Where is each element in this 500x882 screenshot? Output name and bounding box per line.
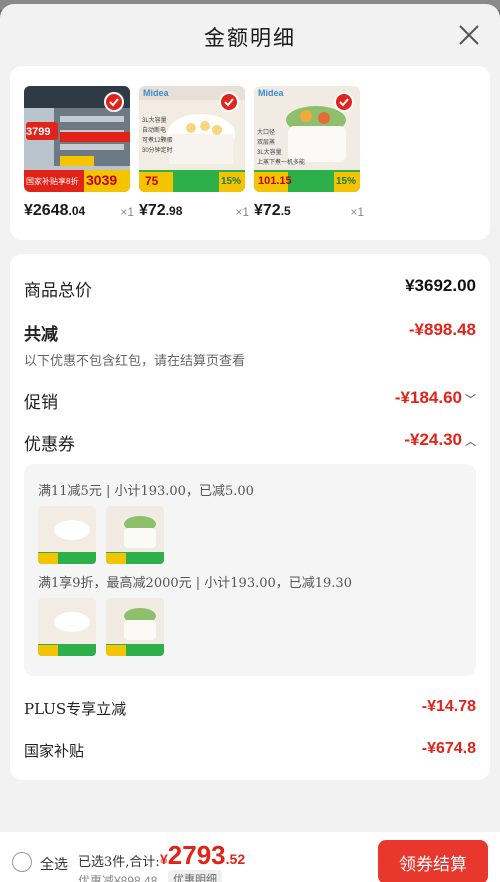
sheet-title: 金额明细: [204, 26, 296, 50]
product-badge-price: 3039: [86, 172, 118, 188]
total-label: 商品总价: [24, 281, 92, 301]
chevron-down-icon: ﹀: [465, 394, 476, 406]
select-all-label[interactable]: 全选: [40, 854, 68, 874]
coupon-product-image: [106, 506, 164, 564]
product-checked-icon[interactable]: [219, 92, 239, 112]
plus-row: PLUS专享立减 -¥14.78: [24, 698, 476, 726]
coupon-product-image: [38, 598, 96, 656]
promo-row[interactable]: 促销 -¥184.60 ﹀: [24, 388, 476, 416]
close-icon: [459, 25, 479, 45]
product-badge-price: 75: [145, 174, 159, 188]
product-checked-icon[interactable]: [334, 92, 354, 112]
product-badge-pct: 15%: [336, 176, 357, 187]
promo-value: -¥184.60 ﹀: [394, 388, 476, 407]
product-item[interactable]: 3799 3039 国家补贴享8折 ¥2648.04 ×1: [24, 86, 134, 236]
discount-row: 共减 -¥898.48: [24, 320, 476, 348]
product-brand: Midea: [258, 88, 284, 98]
discount-detail-button[interactable]: 优惠明细: [168, 870, 222, 882]
discount-note: 以下优惠不包含红包，请在结算页查看: [24, 354, 246, 369]
price-detail-card: 商品总价 ¥3692.00 共减 -¥898.48 以下优惠不包含红包，请在结算…: [10, 254, 490, 780]
product-quantity: ×1: [350, 205, 364, 219]
total-row: 商品总价 ¥3692.00: [24, 276, 476, 304]
product-quantity: ×1: [235, 205, 249, 219]
subsidy-label: 国家补贴: [24, 742, 85, 760]
product-checked-icon[interactable]: [104, 92, 124, 112]
product-tags: 大口径 双层蒸 3L大容量 上蒸下煮一机多能: [257, 130, 306, 166]
coupon-value: -¥24.30 ︿: [404, 430, 476, 449]
product-item[interactable]: Midea 3L大容量 自动断电 可煮12颗蛋 30分钟定时 75 15% ¥72.9…: [139, 86, 249, 236]
product-badge-price: 101.15: [258, 175, 292, 187]
coupon-label: 优惠券: [24, 435, 75, 455]
product-tags: 3L大容量 自动断电 可煮12颗蛋 30分钟定时: [142, 118, 173, 154]
discount-value: -¥898.48: [408, 320, 476, 339]
product-price: ¥2648.04: [24, 202, 86, 219]
coupon-row[interactable]: 优惠券 -¥24.30 ︿: [24, 430, 476, 458]
coupon-rule-1: 满11减5元 | 小计193.00，已减5.00: [38, 484, 254, 499]
product-price: ¥72.98: [139, 202, 183, 219]
product-list-card: 3799 3039 国家补贴享8折 ¥2648.04 ×1 Midea 3L大容…: [10, 66, 490, 240]
subsidy-value: -¥674.8: [421, 740, 476, 757]
coupon-product-image: [106, 598, 164, 656]
amount-detail-sheet: 金额明细 3799 3039 国家补贴享8折 ¥2648.04 ×1 Midea…: [0, 4, 500, 882]
plus-value: -¥14.78: [421, 698, 476, 715]
promo-label: 促销: [24, 393, 58, 413]
close-button[interactable]: [456, 22, 482, 48]
product-price: ¥72.5: [254, 202, 291, 219]
discount-label: 共减: [24, 325, 58, 345]
plus-label: PLUS专享立减: [24, 700, 127, 718]
coupon-detail-box: 满11减5元 | 小计193.00，已减5.00 满1享9折，最高减2000元 …: [24, 464, 476, 676]
selected-count: 已选3件,合计:: [78, 855, 160, 870]
checkout-bar: 全选 已选3件,合计: ¥2793.52 优惠减¥898.48 优惠明细 领券结…: [0, 832, 500, 882]
product-brand: Midea: [143, 88, 169, 98]
chevron-up-icon: ︿: [465, 436, 476, 448]
product-badge-label: 国家补贴享8折: [26, 177, 79, 186]
subsidy-row: 国家补贴 -¥674.8: [24, 740, 476, 768]
product-image: Midea 3L大容量 自动断电 可煮12颗蛋 30分钟定时 75 15%: [139, 86, 245, 192]
select-all-radio[interactable]: [12, 852, 32, 872]
total-value: ¥3692.00: [405, 276, 476, 295]
sheet-header: 金额明细: [0, 4, 500, 68]
product-item[interactable]: Midea 大口径 双层蒸 3L大容量 上蒸下煮一机多能 101.15 15% ¥72…: [254, 86, 364, 236]
checkout-button[interactable]: 领券结算: [378, 840, 488, 882]
product-image: Midea 大口径 双层蒸 3L大容量 上蒸下煮一机多能 101.15 15%: [254, 86, 360, 192]
total-price: ¥2793.52: [160, 840, 246, 870]
product-sticker-price: 3799: [26, 126, 51, 138]
coupon-product-image: [38, 506, 96, 564]
coupon-rule-2: 满1享9折，最高减2000元 | 小计193.00，已减19.30: [38, 576, 352, 591]
product-image: 3799 3039 国家补贴享8折: [24, 86, 130, 192]
product-quantity: ×1: [120, 205, 134, 219]
product-badge-pct: 15%: [221, 176, 242, 187]
discount-info: 优惠减¥898.48: [78, 874, 158, 882]
